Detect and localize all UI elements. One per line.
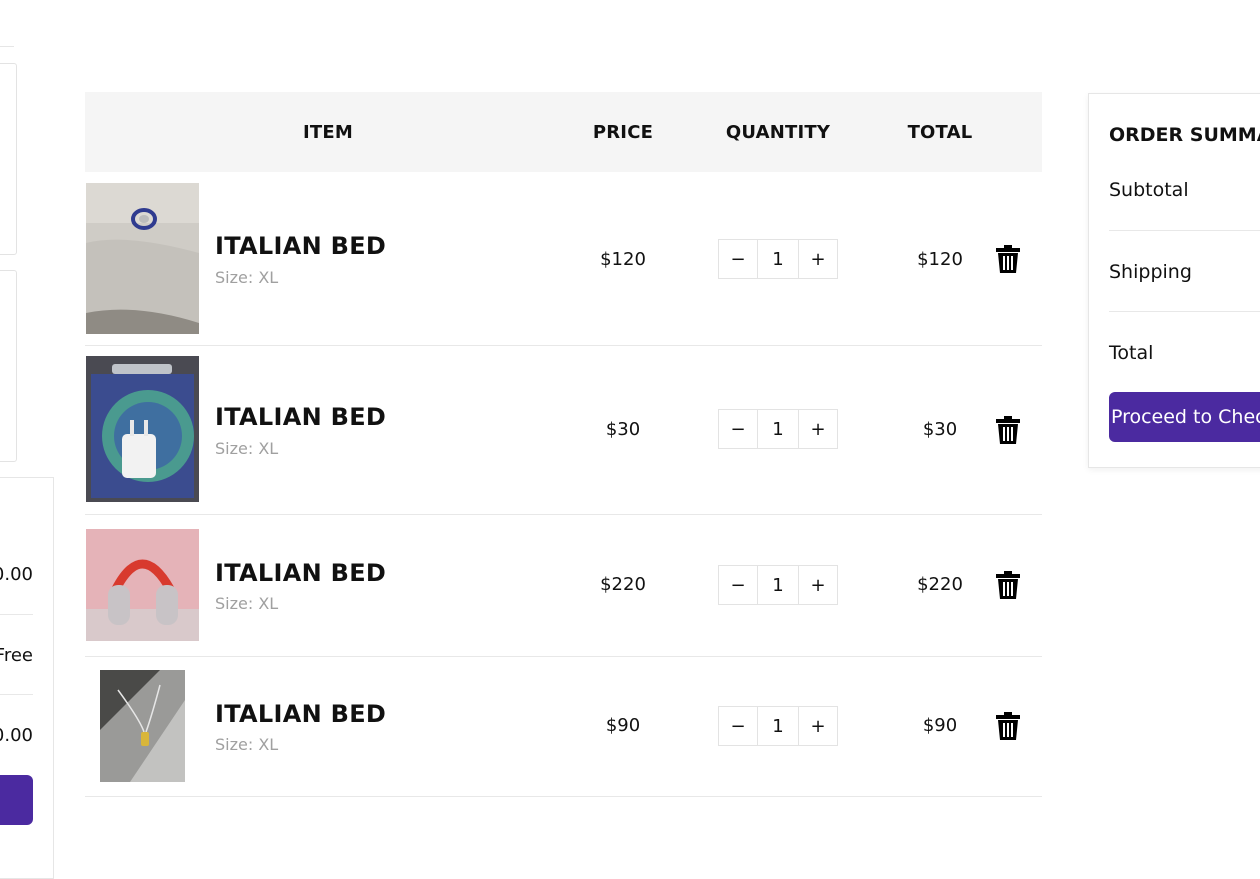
quantity-stepper: − 1 +: [718, 706, 838, 746]
trash-icon[interactable]: [995, 416, 1021, 444]
checkout-button[interactable]: Proceed to Checkout: [1109, 392, 1260, 442]
product-size: Size: XL: [215, 735, 279, 754]
product-total: $220: [917, 574, 963, 595]
product-name: ITALIAN BED: [215, 232, 387, 260]
header-total: TOTAL: [907, 122, 973, 143]
product-price: $30: [605, 419, 641, 440]
product-size: Size: XL: [215, 268, 279, 287]
quantity-stepper: − 1 +: [718, 409, 838, 449]
headphones-photo: [86, 529, 199, 641]
quantity-stepper: − 1 +: [718, 565, 838, 605]
product-price: $220: [600, 574, 646, 595]
left-order-summary: 0.00 Free 0.00: [0, 477, 54, 879]
divider: [1109, 311, 1260, 312]
divider: [1109, 230, 1260, 231]
plus-icon[interactable]: +: [798, 565, 838, 605]
order-summary: ORDER SUMMARY Subtotal Shipping Total Pr…: [1088, 93, 1260, 468]
subtotal-label: Subtotal: [1109, 179, 1189, 201]
cart-row: ITALIAN BED Size: XL $120 − 1 + $120: [85, 172, 1042, 346]
header-price: PRICE: [592, 122, 654, 143]
left-checkout-button[interactable]: [0, 775, 33, 825]
plus-icon[interactable]: +: [798, 409, 838, 449]
left-divider: [0, 46, 14, 47]
necklace-photo: [100, 670, 185, 782]
left-subtotal-value: 0.00: [0, 564, 33, 585]
quantity-value[interactable]: 1: [758, 239, 798, 279]
quantity-stepper: − 1 +: [718, 239, 838, 279]
cart-row: ITALIAN BED Size: XL $220 − 1 + $220: [85, 514, 1042, 657]
total-label: Total: [1109, 342, 1154, 364]
left-total-value: 0.00: [0, 725, 33, 746]
divider: [0, 694, 33, 695]
plus-icon[interactable]: +: [798, 706, 838, 746]
cart-table-header: ITEM PRICE QUANTITY TOTAL: [85, 92, 1042, 172]
shipping-label: Shipping: [1109, 261, 1192, 283]
minus-icon[interactable]: −: [718, 409, 758, 449]
trash-icon[interactable]: [995, 712, 1021, 740]
header-item: ITEM: [303, 122, 353, 143]
product-price: $120: [600, 249, 646, 270]
minus-icon[interactable]: −: [718, 565, 758, 605]
header-quantity: QUANTITY: [725, 122, 831, 143]
left-card: [0, 270, 17, 462]
plus-icon[interactable]: +: [798, 239, 838, 279]
product-size: Size: XL: [215, 594, 279, 613]
product-name: ITALIAN BED: [215, 403, 387, 431]
left-shipping-value: Free: [0, 645, 33, 666]
quantity-value[interactable]: 1: [758, 565, 798, 605]
cart-row: ITALIAN BED Size: XL $90 − 1 + $90: [85, 656, 1042, 797]
product-price: $90: [605, 715, 641, 736]
quantity-value[interactable]: 1: [758, 706, 798, 746]
trash-icon[interactable]: [995, 245, 1021, 273]
product-total: $120: [917, 249, 963, 270]
product-name: ITALIAN BED: [215, 559, 387, 587]
product-size: Size: XL: [215, 439, 279, 458]
product-name: ITALIAN BED: [215, 700, 387, 728]
divider: [0, 614, 33, 615]
minus-icon[interactable]: −: [718, 239, 758, 279]
left-card: [0, 63, 17, 255]
quantity-value[interactable]: 1: [758, 409, 798, 449]
product-total: $30: [922, 419, 958, 440]
charger-photo: [86, 356, 199, 502]
ring-photo: [86, 183, 199, 334]
product-total: $90: [922, 715, 958, 736]
trash-icon[interactable]: [995, 571, 1021, 599]
cart-row: ITALIAN BED Size: XL $30 − 1 + $30: [85, 345, 1042, 515]
summary-title: ORDER SUMMARY: [1109, 124, 1260, 146]
minus-icon[interactable]: −: [718, 706, 758, 746]
